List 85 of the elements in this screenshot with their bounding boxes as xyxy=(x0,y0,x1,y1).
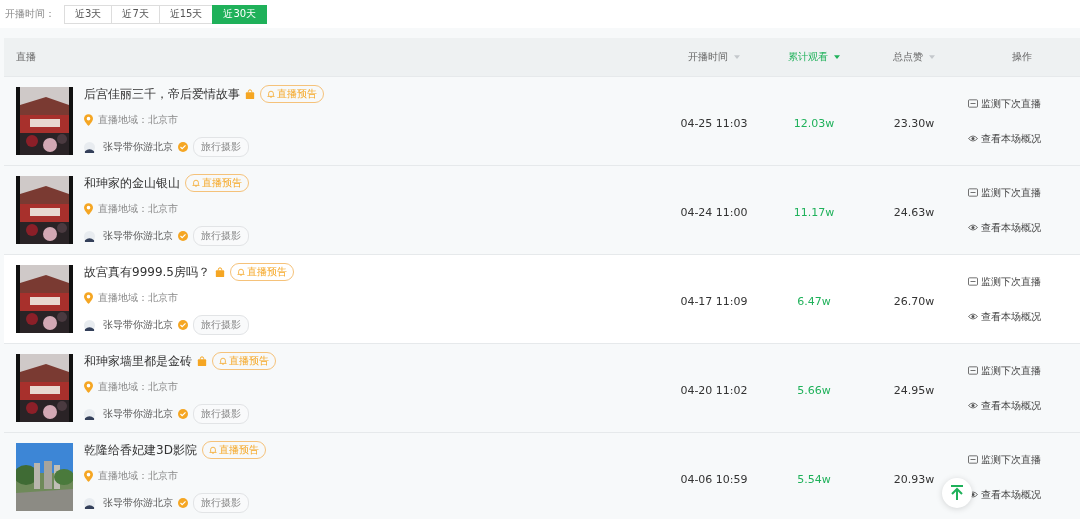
caret-icon xyxy=(929,55,935,59)
time-range-tab[interactable]: 近3天 xyxy=(64,4,113,24)
monitor-icon xyxy=(968,188,978,197)
live-title[interactable]: 和珅家墙里都是金砖 xyxy=(84,352,192,370)
monitor-icon xyxy=(968,277,978,286)
view-count: 5.54w xyxy=(797,472,831,486)
view-count: 12.03w xyxy=(793,116,835,130)
like-count: 24.95w xyxy=(893,383,935,397)
verified-icon xyxy=(178,320,188,330)
view-count: 5.66w xyxy=(797,383,831,397)
caret-icon xyxy=(734,55,740,59)
author-name[interactable]: 张导带你游北京 xyxy=(103,229,173,243)
like-count: 26.70w xyxy=(893,294,935,308)
start-time: 04-24 11:00 xyxy=(680,205,748,219)
view-overview-link[interactable]: 查看本场概况 xyxy=(968,309,1041,324)
monitor-next-live-link[interactable]: 监测下次直播 xyxy=(968,452,1041,467)
location-pin-icon xyxy=(84,381,93,393)
category-tag: 旅行摄影 xyxy=(193,226,249,246)
monitor-next-live-link[interactable]: 监测下次直播 xyxy=(968,96,1041,111)
author-name[interactable]: 张导带你游北京 xyxy=(103,318,173,332)
view-overview-link[interactable]: 查看本场概况 xyxy=(968,131,1041,146)
start-time: 04-20 11:02 xyxy=(680,383,748,397)
location-pin-icon xyxy=(84,203,93,215)
avatar-icon xyxy=(84,141,95,153)
eye-icon xyxy=(968,401,978,410)
monitor-icon xyxy=(968,99,978,108)
region-text: 直播地域：北京市 xyxy=(98,469,178,483)
live-title[interactable]: 乾隆给香妃建3D影院 xyxy=(84,441,197,459)
avatar-icon xyxy=(84,230,95,242)
bell-icon xyxy=(192,179,200,187)
sort-column-header[interactable]: 总点赞 xyxy=(893,50,935,64)
category-tag: 旅行摄影 xyxy=(193,137,249,157)
monitor-next-live-link[interactable]: 监测下次直播 xyxy=(968,274,1041,289)
verified-icon xyxy=(178,142,188,152)
start-time: 04-17 11:09 xyxy=(680,294,748,308)
eye-icon xyxy=(968,134,978,143)
monitor-icon xyxy=(968,366,978,375)
view-overview-link[interactable]: 查看本场概况 xyxy=(968,220,1041,235)
live-title[interactable]: 和珅家的金山银山 xyxy=(84,174,180,192)
region-text: 直播地域：北京市 xyxy=(98,113,178,127)
arrow-up-icon xyxy=(950,485,964,501)
location-pin-icon xyxy=(84,292,93,304)
category-tag: 旅行摄影 xyxy=(193,404,249,424)
filter-label: 开播时间： xyxy=(5,7,56,21)
bell-icon xyxy=(237,268,245,276)
monitor-next-live-link[interactable]: 监测下次直播 xyxy=(968,363,1041,378)
region-text: 直播地域：北京市 xyxy=(98,202,178,216)
like-count: 20.93w xyxy=(893,472,935,486)
verified-icon xyxy=(178,409,188,419)
column-header: 操作 xyxy=(1012,50,1032,64)
verified-icon xyxy=(178,498,188,508)
caret-icon xyxy=(834,55,840,59)
region-text: 直播地域：北京市 xyxy=(98,380,178,394)
view-count: 6.47w xyxy=(797,294,831,308)
monitor-next-live-link[interactable]: 监测下次直播 xyxy=(968,185,1041,200)
sort-column-header[interactable]: 开播时间 xyxy=(688,50,740,64)
avatar-icon xyxy=(84,497,95,509)
view-overview-link[interactable]: 查看本场概况 xyxy=(968,398,1041,413)
live-title[interactable]: 后宫佳丽三千，帝后爱情故事 xyxy=(84,85,240,103)
author-name[interactable]: 张导带你游北京 xyxy=(103,140,173,154)
bell-icon xyxy=(267,90,275,98)
category-tag: 旅行摄影 xyxy=(193,315,249,335)
time-range-tab[interactable]: 近15天 xyxy=(158,4,214,24)
location-pin-icon xyxy=(84,114,93,126)
author-name[interactable]: 张导带你游北京 xyxy=(103,496,173,510)
author-name[interactable]: 张导带你游北京 xyxy=(103,407,173,421)
avatar-icon xyxy=(84,408,95,420)
bell-icon xyxy=(208,446,217,454)
like-count: 24.63w xyxy=(893,205,935,219)
category-tag: 旅行摄影 xyxy=(193,493,249,513)
bell-icon xyxy=(219,357,227,365)
eye-icon xyxy=(968,312,978,321)
region-text: 直播地域：北京市 xyxy=(98,291,178,305)
like-count: 23.30w xyxy=(893,116,935,130)
column-header: 直播 xyxy=(16,50,36,64)
start-time: 04-06 10:59 xyxy=(680,472,748,486)
eye-icon xyxy=(968,223,978,232)
location-pin-icon xyxy=(84,470,93,482)
live-title[interactable]: 故宫真有9999.5房吗？ xyxy=(84,263,210,281)
start-time: 04-25 11:03 xyxy=(680,116,748,130)
view-count: 11.17w xyxy=(793,205,835,219)
time-range-tab[interactable]: 近7天 xyxy=(111,4,160,24)
verified-icon xyxy=(178,231,188,241)
avatar-icon xyxy=(84,319,95,331)
monitor-icon xyxy=(968,455,978,464)
